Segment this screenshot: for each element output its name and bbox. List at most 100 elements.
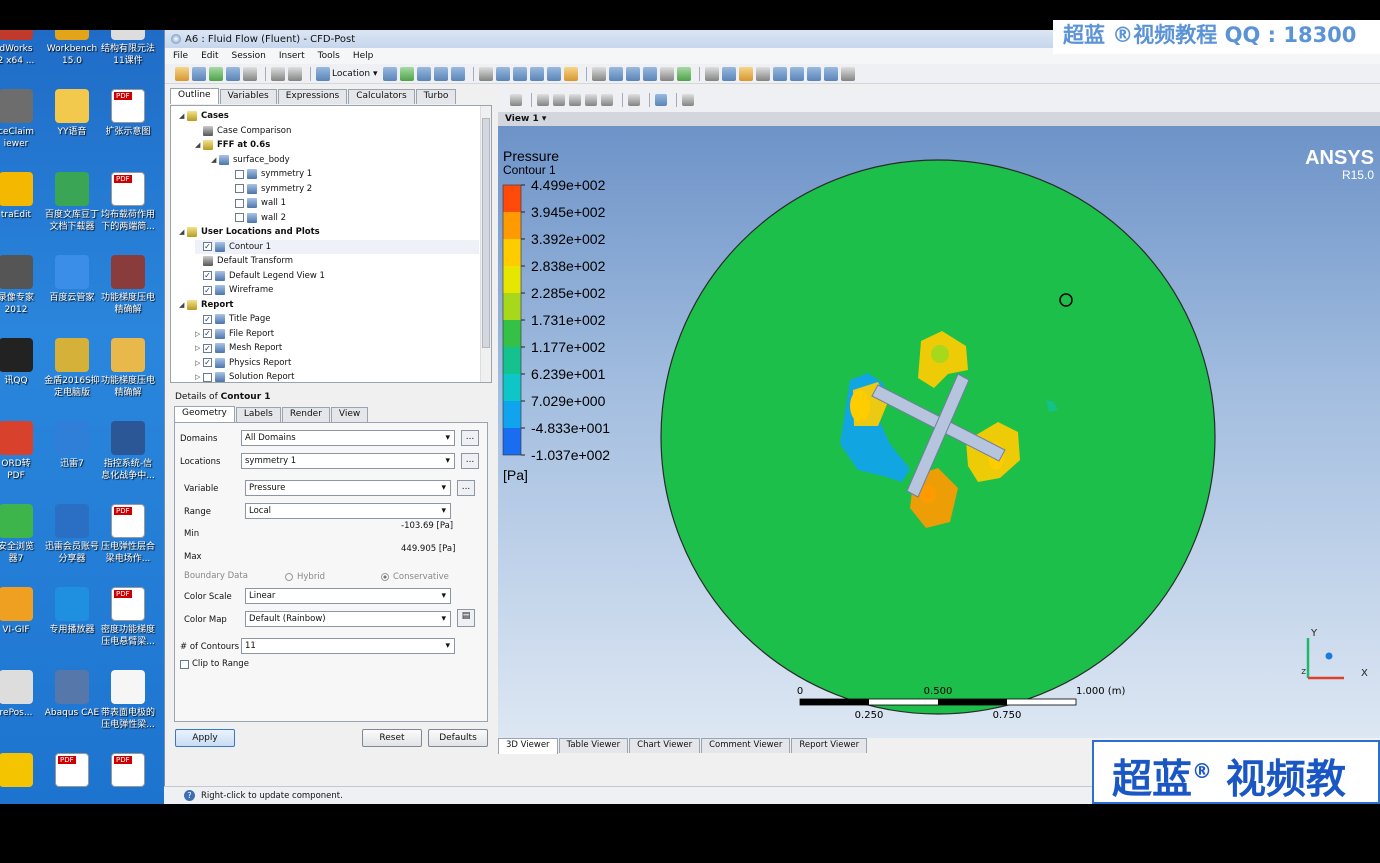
- desktop-icon[interactable]: [0, 753, 44, 804]
- desktop-icon[interactable]: 带表面电极的 压电弹性梁...: [100, 670, 156, 752]
- tab-outline[interactable]: Outline: [170, 88, 219, 104]
- tree-item[interactable]: ◢ Report: [179, 298, 479, 312]
- desktop-icon[interactable]: Workbench 15.0: [44, 30, 100, 88]
- expand-arrow-icon[interactable]: ▷: [195, 370, 203, 382]
- domains-select[interactable]: All Domains: [241, 430, 455, 446]
- volume-rendering-icon[interactable]: [451, 66, 466, 81]
- color-scale-select[interactable]: Linear: [245, 588, 451, 604]
- contour-icon[interactable]: [400, 66, 415, 81]
- tree-item[interactable]: ▷ Solution Report: [195, 370, 479, 382]
- desktop-icon[interactable]: 压电弹性层合 梁电场作...: [100, 504, 156, 586]
- locations-more-button[interactable]: ...: [461, 453, 479, 469]
- tree-item[interactable]: ✓ Wireframe: [195, 283, 479, 297]
- desktop-icon[interactable]: [100, 753, 156, 804]
- conservative-radio[interactable]: Conservative: [381, 572, 449, 582]
- tab-3d-viewer[interactable]: 3D Viewer: [498, 738, 558, 754]
- desktop-icon[interactable]: YY语音: [44, 89, 100, 171]
- 3d-viewport[interactable]: Pressure Contour 1 4.499e+002 3.945e+002 3.3…: [498, 126, 1380, 738]
- animation-icon[interactable]: [722, 66, 737, 81]
- tab-table-viewer[interactable]: Table Viewer: [558, 738, 629, 753]
- tree-item[interactable]: ✓ Title Page: [195, 312, 479, 326]
- visibility-checkbox[interactable]: ✓: [203, 242, 212, 251]
- desktop-icon[interactable]: 迅雷7: [44, 421, 100, 503]
- expand-arrow-icon[interactable]: ◢: [179, 298, 187, 312]
- desktop-icon[interactable]: 密度功能梯度 压电悬臂梁...: [100, 587, 156, 669]
- function-calculator-icon[interactable]: [773, 66, 788, 81]
- tree-item[interactable]: ◢ User Locations and Plots: [179, 225, 479, 239]
- viewport-layout-icon[interactable]: [655, 94, 667, 106]
- desktop-icon[interactable]: 功能梯度压电 精确解: [100, 338, 156, 420]
- help-pointer-icon[interactable]: [682, 94, 694, 106]
- timestep-icon[interactable]: [705, 66, 720, 81]
- color-map-select[interactable]: Default (Rainbow): [245, 611, 451, 627]
- coordinate-frame-icon[interactable]: [496, 66, 511, 81]
- screenshot-icon[interactable]: [243, 66, 257, 81]
- tab-labels[interactable]: Labels: [235, 407, 281, 422]
- tree-item[interactable]: symmetry 2: [227, 182, 479, 196]
- mesh-calculator-icon[interactable]: [807, 66, 822, 81]
- tree-item[interactable]: ✓ Default Legend View 1: [195, 269, 479, 283]
- macro-calculator-icon[interactable]: [790, 66, 805, 81]
- tab-geometry[interactable]: Geometry: [174, 406, 235, 422]
- desktop-icon[interactable]: 录像专家 2012: [0, 255, 44, 337]
- comment-icon[interactable]: [660, 66, 675, 81]
- visibility-checkbox[interactable]: ✓: [203, 343, 212, 353]
- table-icon[interactable]: [626, 66, 641, 81]
- tree-item[interactable]: wall 2: [227, 211, 479, 225]
- clip-plane-icon[interactable]: [547, 66, 562, 81]
- select-icon[interactable]: [510, 94, 522, 106]
- hybrid-radio[interactable]: Hybrid: [285, 572, 325, 582]
- tree-item[interactable]: ◢ Cases: [179, 109, 479, 123]
- menu-session[interactable]: Session: [232, 51, 266, 61]
- desktop-icon[interactable]: 迅雷会员账号 分享器: [44, 504, 100, 586]
- case-comparison-icon[interactable]: [824, 66, 839, 81]
- probe-icon[interactable]: [756, 66, 771, 81]
- location-button[interactable]: Location ▾: [316, 66, 377, 81]
- visibility-checkbox[interactable]: [235, 184, 244, 193]
- tree-item[interactable]: wall 1: [227, 196, 479, 210]
- visibility-checkbox[interactable]: [235, 213, 244, 222]
- expand-arrow-icon[interactable]: ▷: [195, 356, 203, 370]
- zoom-fit-icon[interactable]: [601, 94, 613, 106]
- fit-view-icon[interactable]: [628, 94, 640, 106]
- visibility-checkbox[interactable]: ✓: [203, 285, 212, 295]
- tree-scrollbar[interactable]: [480, 106, 491, 382]
- visibility-checkbox[interactable]: ✓: [203, 314, 212, 324]
- expand-arrow-icon[interactable]: ◢: [211, 153, 219, 167]
- menu-tools[interactable]: Tools: [318, 51, 340, 61]
- tree-item[interactable]: ◢ FFF at 0.6s: [195, 138, 479, 152]
- print-icon[interactable]: [226, 66, 240, 81]
- menu-insert[interactable]: Insert: [279, 51, 305, 61]
- expression-icon[interactable]: [609, 66, 624, 81]
- clip-to-range-checkbox[interactable]: [180, 659, 189, 669]
- tab-comment-viewer[interactable]: Comment Viewer: [701, 738, 791, 753]
- new-icon[interactable]: [175, 66, 189, 81]
- legend-icon[interactable]: [513, 66, 528, 81]
- expand-arrow-icon[interactable]: ◢: [179, 109, 187, 123]
- desktop-icon[interactable]: 百度云管家: [44, 255, 100, 337]
- tab-turbo[interactable]: Turbo: [415, 89, 457, 104]
- tab-calculators[interactable]: Calculators: [348, 89, 415, 104]
- tab-expressions[interactable]: Expressions: [277, 89, 348, 104]
- defaults-button[interactable]: Defaults: [428, 729, 488, 747]
- instance-transform-icon[interactable]: [530, 66, 545, 81]
- desktop-icon[interactable]: ORD转 PDF: [0, 421, 44, 503]
- tree-item[interactable]: ✓ Contour 1: [195, 239, 479, 254]
- view-selector[interactable]: View 1 ▾: [498, 112, 1380, 126]
- color-map-icon[interactable]: [564, 66, 579, 81]
- expand-arrow-icon[interactable]: ◢: [195, 138, 203, 152]
- desktop-icon[interactable]: rePos...: [0, 670, 44, 752]
- desktop-icon[interactable]: ceClaim iewer: [0, 89, 44, 171]
- desktop-icon[interactable]: 均布载荷作用 下的两端简...: [100, 172, 156, 254]
- vector-icon[interactable]: [383, 66, 398, 81]
- locations-select[interactable]: symmetry 1: [241, 453, 455, 469]
- desktop-icon[interactable]: 金盾2016S抑 定电脑版: [44, 338, 100, 420]
- visibility-checkbox[interactable]: ✓: [203, 271, 212, 280]
- tree-item[interactable]: ◢ surface_body: [211, 153, 479, 167]
- desktop-icon[interactable]: Abaqus CAE: [44, 670, 100, 752]
- desktop-icon[interactable]: 讯QQ: [0, 338, 44, 420]
- tree-scroll-thumb[interactable]: [482, 118, 490, 348]
- tab-render[interactable]: Render: [281, 407, 330, 422]
- load-state-icon[interactable]: [192, 66, 206, 81]
- visibility-checkbox[interactable]: [203, 372, 212, 382]
